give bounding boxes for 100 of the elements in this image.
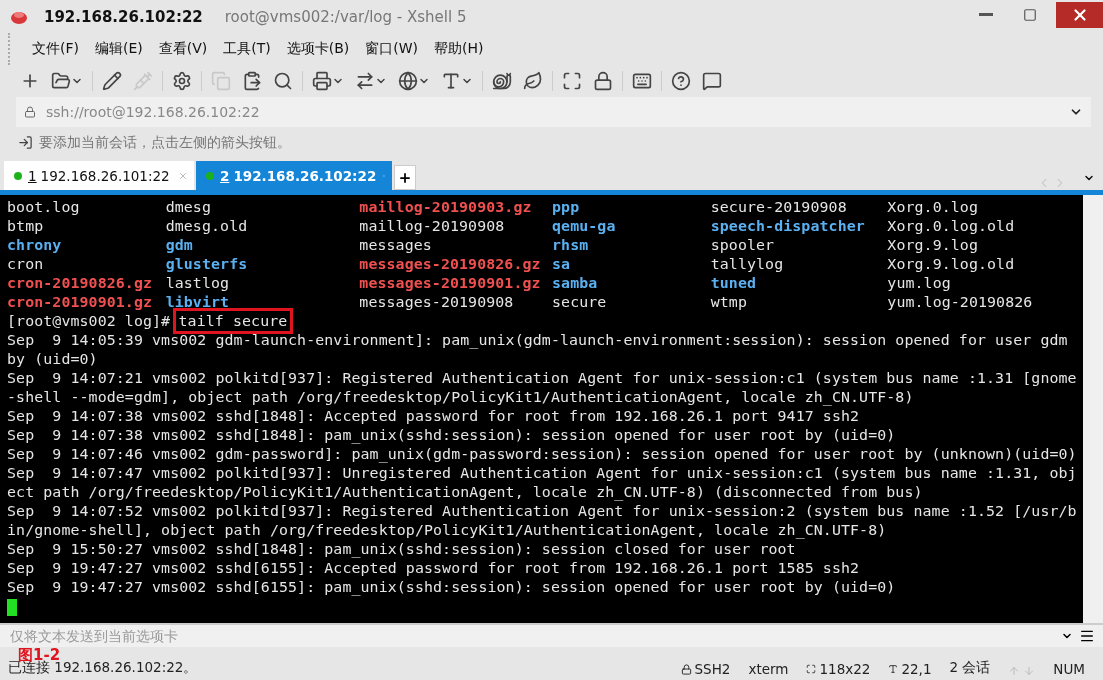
- log-line: Sep 9 14:07:21 vms002 polkitd[937]: Registered Authentication Agent for unix-session:c1 (system bus name :1.31 [gnome: [7, 369, 1077, 387]
- keyboard-icon: [632, 71, 652, 91]
- command-text: tailf secure: [175, 311, 291, 331]
- globe-icon: [398, 71, 418, 91]
- compose-field[interactable]: 仅将文本发送到当前选项卡: [0, 623, 1103, 647]
- file-name: dmesg.old: [165, 217, 249, 236]
- compose-field[interactable]: 仅将文本发送到当前选项卡: [8, 627, 1055, 645]
- lock-icon: [680, 663, 692, 675]
- session-tab[interactable]: 2 192.168.26.102:22: [196, 161, 392, 190]
- file-name: libvirt: [165, 293, 231, 312]
- transfer-icon: [355, 71, 375, 91]
- new-tab-button[interactable]: [394, 165, 416, 190]
- menu-item[interactable]: 选项卡(B): [286, 40, 350, 58]
- session-tab[interactable]: 1 192.168.26.101:22: [4, 161, 194, 190]
- file-name: secure: [552, 293, 608, 312]
- file-name: cron-20190826.gz: [7, 274, 154, 293]
- log-line: -shell --mode=gdm], object path /org/freedesktop/PolicyKit1/AuthenticationAgent, locale zh_CN.UTF-8): [7, 388, 914, 406]
- toolbar-help-button[interactable]: [669, 71, 693, 91]
- menu-icon[interactable]: [1079, 628, 1095, 644]
- file-name: sa: [552, 255, 572, 274]
- clipboard-icon: [242, 71, 262, 91]
- copy-icon: [211, 71, 231, 91]
- log-line: Sep 9 19:47:27 vms002 sshd[6155]: pam_unix(sshd:session): session opened for user root by (uid=0): [7, 578, 896, 596]
- file-name: maillog-20190908: [359, 217, 506, 236]
- search-icon: [273, 71, 293, 91]
- minimize-icon: [979, 13, 993, 16]
- menu-item[interactable]: 帮助(H): [434, 40, 484, 58]
- log-line: Sep 9 14:07:38 vms002 sshd[1848]: Accepted password for root from 192.168.26.1 port 9417 ssh2: [7, 407, 860, 425]
- up-arrow-icon: [1008, 665, 1021, 677]
- toolbar-chat-button[interactable]: [700, 71, 724, 91]
- chat-icon: [702, 71, 722, 91]
- file-name: ppp: [552, 198, 581, 217]
- fullscreen-icon: [562, 71, 582, 91]
- file-name: rhsm: [552, 236, 590, 255]
- log-line: ect path /org/freedesktop/PolicyKit1/AuthenticationAgent, locale zh_CN.UTF-8) (disconnected from bus): [7, 483, 923, 501]
- folder-icon: [51, 71, 71, 91]
- snail-icon: [492, 71, 512, 91]
- printer-icon: [312, 71, 332, 91]
- file-name: Xorg.9.log.old: [887, 255, 1016, 274]
- log-line: Sep 9 14:07:47 vms002 polkitd[937]: Unregistered Authentication Agent for unix-session:c1 (system bus name :1.31, obj: [7, 464, 1077, 482]
- session-count: 2 会话: [949, 659, 991, 677]
- num-lock-indicator: NUM: [1053, 661, 1085, 677]
- file-name: Xorg.9.log: [887, 236, 979, 255]
- file-name: boot.log: [7, 198, 81, 217]
- close-button[interactable]: [1056, 1, 1103, 28]
- toolbar-keyboard-button[interactable]: [630, 71, 654, 91]
- font-icon: [441, 71, 461, 91]
- down-arrow-icon: [1023, 665, 1036, 677]
- toolbar-snail-button[interactable]: [490, 71, 514, 91]
- menu-item[interactable]: 文件(F): [32, 40, 79, 58]
- maximize-icon: [1023, 7, 1037, 22]
- syringe-icon: [133, 71, 153, 91]
- size-icon: [806, 664, 817, 674]
- file-name: messages-20190826.gz: [359, 255, 542, 274]
- menu-item[interactable]: 工具(T): [223, 40, 271, 58]
- file-name: Xorg.0.log: [887, 198, 979, 217]
- help-icon: [671, 71, 691, 91]
- toolbar-pencil-button[interactable]: [100, 71, 124, 91]
- log-line: by (uid=0): [7, 350, 98, 368]
- terminal-type: xterm: [748, 661, 789, 677]
- window-title: 192.168.26.102:22: [44, 7, 203, 26]
- log-line: Sep 9 14:05:39 vms002 gdm-launch-environment]: pam_unix(gdm-launch-environment:session): session opened for user gdm: [7, 331, 1068, 349]
- log-line: Sep 9 14:07:38 vms002 sshd[1848]: pam_unix(sshd:session): session opened for user root by (uid=0): [7, 426, 896, 444]
- settings-icon: [172, 71, 192, 91]
- file-name: messages-20190908: [359, 293, 515, 312]
- menu-item[interactable]: 查看(V): [158, 40, 208, 58]
- file-name: lastlog: [165, 274, 231, 293]
- add-session-icon[interactable]: [18, 135, 33, 150]
- terminal-size: 118x22: [819, 661, 871, 677]
- file-name: Xorg.0.log.old: [887, 217, 1016, 236]
- scrollbar[interactable]: [1083, 195, 1103, 623]
- file-name: wtmp: [710, 293, 748, 312]
- menu-item[interactable]: 窗口(W): [365, 40, 419, 58]
- file-name: qemu-ga: [552, 217, 617, 236]
- protocol-label: SSH2: [694, 661, 731, 677]
- lock-icon: [593, 71, 613, 91]
- log-line: Sep 9 19:47:27 vms002 sshd[6155]: Accepted password for root from 192.168.26.1 port 1585 ssh2: [7, 559, 860, 577]
- file-name: btmp: [7, 217, 45, 236]
- window-subtitle: root@vms002:/var/log - Xshell 5: [224, 7, 468, 26]
- file-name: messages: [359, 236, 433, 255]
- cursor-icon: [888, 664, 899, 674]
- log-line: Sep 9 15:50:27 vms002 sshd[1848]: pam_unix(sshd:session): session closed for user root: [7, 540, 796, 558]
- file-name: chrony: [7, 236, 63, 255]
- file-name: gdm: [165, 236, 194, 255]
- log-line: Sep 9 14:07:52 vms002 polkitd[937]: Registered Authentication Agent for unix-session:2 (system bus name :1.52 [/usr/b: [7, 502, 1077, 520]
- log-line: Sep 9 14:07:46 vms002 gdm-password]: pam_unix(gdm-password:session): session opened for user root by (unknown)(uid=0): [7, 445, 1077, 463]
- file-name: speech-dispatcher: [710, 217, 866, 236]
- menu-item[interactable]: 编辑(E): [95, 40, 143, 58]
- file-name: yum.log-20190826: [887, 293, 1034, 312]
- file-name: messages-20190901.gz: [359, 274, 542, 293]
- pencil-icon: [102, 71, 122, 91]
- file-name: tuned: [710, 274, 758, 293]
- file-name: cron: [7, 255, 45, 274]
- file-name: tallylog: [710, 255, 785, 274]
- leaf-icon: [523, 71, 543, 91]
- plus-icon: [398, 170, 412, 185]
- file-name: spooler: [710, 236, 776, 255]
- file-name: maillog-20190903.gz: [359, 198, 533, 217]
- cursor-position: 22,1: [901, 661, 932, 677]
- file-name: cron-20190901.gz: [7, 293, 154, 312]
